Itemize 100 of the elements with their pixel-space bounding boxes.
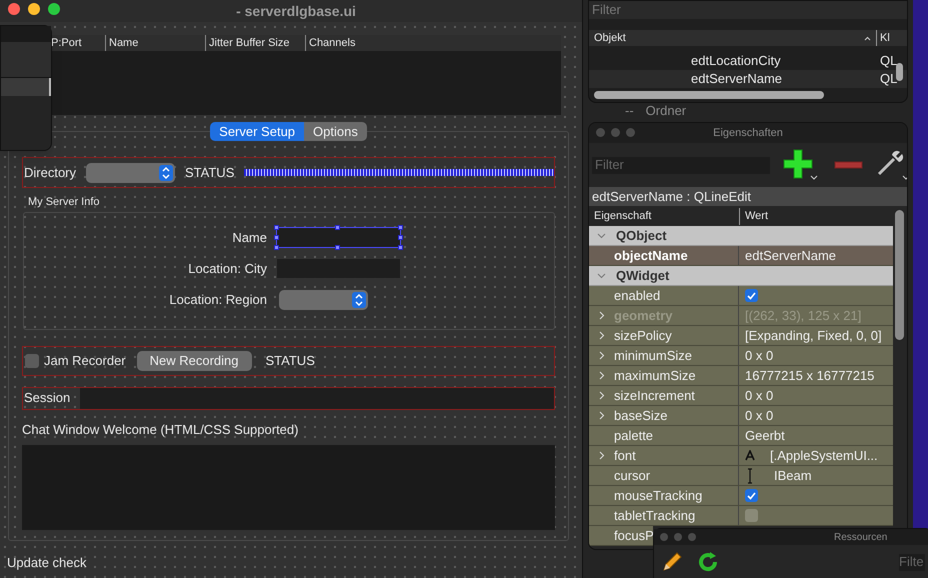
dropdown[interactable] bbox=[279, 290, 368, 310]
checkbox-label: Jam Recorder bbox=[44, 352, 126, 370]
field-label: Directory bbox=[24, 164, 76, 182]
input-field[interactable] bbox=[277, 259, 400, 278]
expand-icon[interactable] bbox=[599, 391, 605, 400]
filter-field[interactable]: Filter bbox=[589, 1, 907, 19]
property-row[interactable]: objectName edtServerName bbox=[589, 246, 893, 266]
class-name: QL bbox=[880, 70, 898, 88]
object-name: edtLocationCity bbox=[690, 52, 782, 70]
column-header[interactable]: Kl bbox=[876, 30, 907, 46]
property-name: enabled bbox=[614, 286, 660, 305]
object-label: edtServerName : QLineEdit bbox=[589, 187, 907, 206]
property-row[interactable]: mouseTracking bbox=[589, 486, 893, 506]
expand-icon[interactable] bbox=[599, 411, 605, 420]
wrench-icon[interactable] bbox=[876, 148, 907, 182]
checkbox[interactable] bbox=[745, 489, 758, 502]
expand-icon[interactable] bbox=[599, 371, 605, 380]
refresh-icon[interactable] bbox=[697, 551, 719, 573]
group-name: QObject bbox=[616, 226, 667, 245]
close-button[interactable] bbox=[8, 3, 20, 15]
column-header[interactable]: Objekt bbox=[589, 30, 876, 46]
list-item-prefix: -- bbox=[625, 102, 634, 120]
field-label: Location: Region bbox=[168, 290, 268, 309]
scrollbar[interactable] bbox=[895, 210, 904, 340]
group-name: QWidget bbox=[616, 266, 670, 285]
column-header[interactable]: Name bbox=[105, 35, 205, 51]
property-row[interactable]: focusP bbox=[589, 526, 653, 546]
zoom-button[interactable] bbox=[48, 3, 60, 15]
selection-handle[interactable] bbox=[335, 245, 340, 250]
property-name: maximumSize bbox=[614, 366, 696, 385]
object-name: edtServerName bbox=[690, 70, 784, 88]
class-name: QL bbox=[880, 52, 898, 70]
expand-icon[interactable] bbox=[599, 451, 605, 460]
property-value: [Expanding, Fixed, 0, 0] bbox=[745, 326, 882, 345]
status-label: STATUS bbox=[266, 352, 315, 370]
property-name: focusP bbox=[614, 526, 653, 545]
scrollbar[interactable] bbox=[896, 63, 903, 81]
property-row[interactable]: minimumSize 0 x 0 bbox=[589, 346, 893, 366]
property-name: objectName bbox=[614, 246, 688, 265]
list-item[interactable]: Ordner bbox=[646, 101, 686, 120]
window-title: - serverdlgbase.ui bbox=[235, 2, 356, 21]
status-label: STATUS bbox=[185, 164, 234, 182]
selection-handle[interactable] bbox=[335, 225, 340, 230]
input-field[interactable] bbox=[277, 228, 400, 247]
property-name: mouseTracking bbox=[614, 486, 702, 505]
tree-row[interactable]: edtServerName QL bbox=[589, 70, 907, 88]
column-header[interactable]: Eigenschaft bbox=[589, 208, 739, 225]
property-row[interactable]: sizePolicy [Expanding, Fixed, 0, 0] bbox=[589, 326, 893, 346]
dropdown[interactable] bbox=[86, 162, 176, 182]
column-header[interactable]: Jitter Buffer Size bbox=[205, 35, 305, 51]
property-group[interactable]: QObject bbox=[589, 226, 893, 246]
checkbox[interactable] bbox=[25, 354, 39, 368]
property-name: baseSize bbox=[614, 406, 668, 425]
expand-icon[interactable] bbox=[599, 351, 605, 360]
remove-icon[interactable] bbox=[834, 160, 864, 170]
property-group[interactable]: QWidget bbox=[589, 266, 893, 286]
list-item[interactable] bbox=[1, 78, 51, 96]
property-row[interactable]: font [.AppleSystemUI... bbox=[589, 446, 893, 466]
property-value: 0 x 0 bbox=[745, 406, 774, 425]
tab[interactable]: Server Setup bbox=[210, 122, 304, 141]
expand-icon[interactable] bbox=[599, 331, 605, 340]
column-header[interactable]: Wert bbox=[739, 208, 893, 225]
property-row[interactable]: sizeIncrement 0 x 0 bbox=[589, 386, 893, 406]
window-title: Eigenschaften bbox=[713, 126, 783, 141]
status-text: Update check bbox=[7, 554, 88, 572]
group-title: My Server Info bbox=[28, 195, 101, 210]
chevron-icon bbox=[597, 232, 606, 238]
column-header[interactable]: Channels bbox=[305, 35, 561, 51]
property-row[interactable]: maximumSize 16777215 x 16777215 bbox=[589, 366, 893, 386]
checkbox[interactable] bbox=[745, 509, 758, 522]
field-label: Session bbox=[24, 389, 72, 408]
filter-field[interactable]: Filte bbox=[899, 554, 925, 570]
field-label: Location: City bbox=[187, 260, 268, 278]
property-row[interactable]: cursor IBeam bbox=[589, 466, 893, 486]
filter-field[interactable]: Filter bbox=[592, 156, 770, 174]
window-title: Ressourcen bbox=[834, 530, 888, 544]
tab[interactable]: Options bbox=[304, 122, 367, 141]
checkbox[interactable] bbox=[745, 289, 758, 302]
new-recording-button[interactable]: New Recording bbox=[136, 350, 252, 370]
property-value: Geerbt bbox=[745, 426, 785, 445]
property-row[interactable]: baseSize 0 x 0 bbox=[589, 406, 893, 426]
stepper-icon bbox=[159, 164, 174, 180]
field-label: Name bbox=[231, 228, 268, 247]
property-row[interactable]: palette Geerbt bbox=[589, 426, 893, 446]
property-name: font bbox=[614, 446, 636, 465]
property-row[interactable]: enabled bbox=[589, 286, 893, 306]
field-label: Chat Window Welcome (HTML/CSS Supported) bbox=[22, 420, 300, 439]
property-name: sizePolicy bbox=[614, 326, 672, 345]
property-row[interactable]: tabletTracking bbox=[589, 506, 893, 526]
chevron-icon bbox=[597, 272, 606, 278]
property-value: 0 x 0 bbox=[745, 346, 774, 365]
scrollbar[interactable] bbox=[594, 91, 824, 99]
input-field[interactable] bbox=[80, 388, 554, 408]
property-name: palette bbox=[614, 426, 654, 445]
minimize-button[interactable] bbox=[28, 3, 40, 15]
property-value: 16777215 x 16777215 bbox=[745, 366, 874, 385]
pencil-icon[interactable] bbox=[661, 551, 683, 573]
property-value: [.AppleSystemUI... bbox=[770, 446, 878, 465]
sort-icon bbox=[864, 36, 871, 40]
property-value: IBeam bbox=[774, 466, 812, 485]
